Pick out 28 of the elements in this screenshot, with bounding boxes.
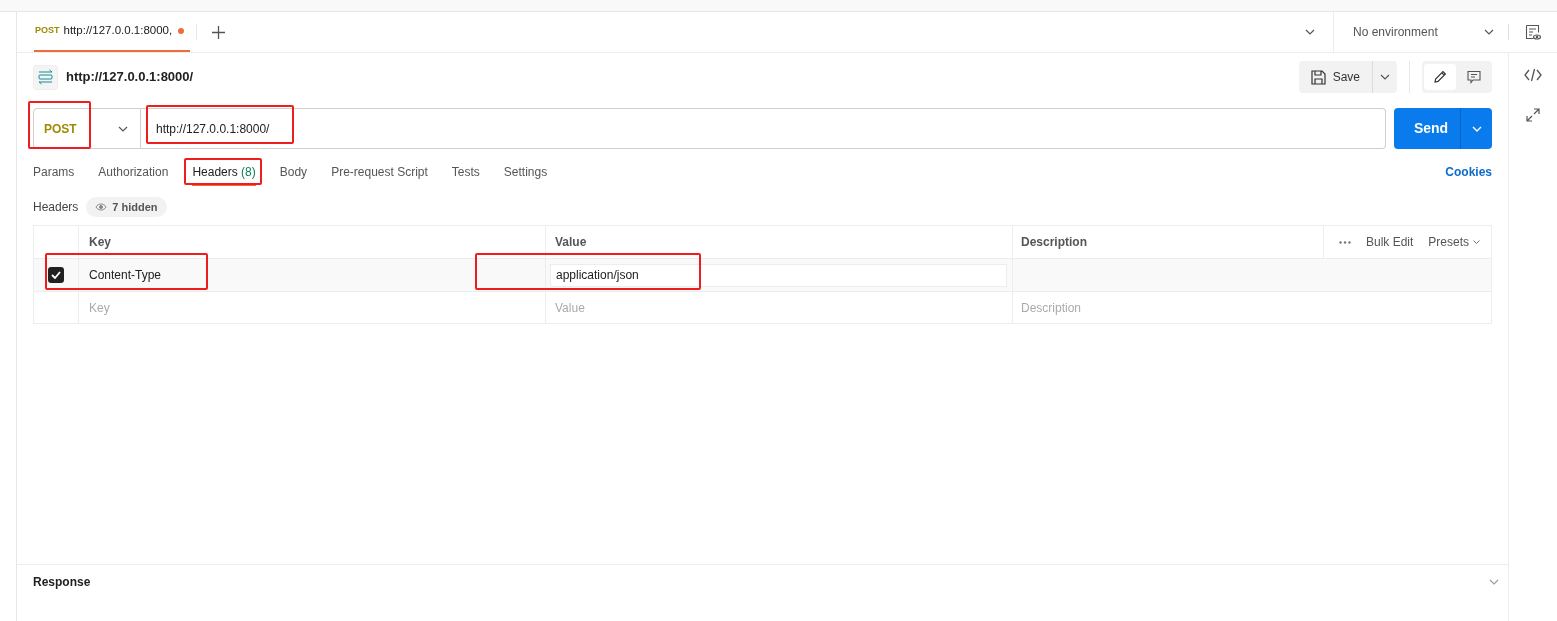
request-section-tab[interactable]: Pre-request Script <box>331 159 428 186</box>
column-header: Value <box>555 234 587 251</box>
request-section-tab[interactable]: Tests <box>451 159 480 186</box>
bulk-edit-button[interactable]: Bulk Edit <box>1365 233 1414 251</box>
method-label: POST <box>35 24 60 38</box>
request-section-tab[interactable]: Body <box>279 159 308 186</box>
column-header: Description <box>1021 234 1087 251</box>
response-title: Response <box>33 574 91 591</box>
description-input[interactable]: Description <box>1021 298 1321 317</box>
request-tab[interactable]: POST http://127.0.0.1:8000, <box>34 12 191 52</box>
value-input[interactable]: Value <box>555 298 1003 317</box>
request-section-tab[interactable]: Settings <box>503 159 548 186</box>
presets-button[interactable]: Presets <box>1428 233 1480 251</box>
url-input[interactable]: http://127.0.0.1:8000/ <box>141 108 1386 149</box>
response-pane[interactable]: Response <box>17 564 1508 621</box>
value-input[interactable]: application/json <box>550 263 1007 287</box>
key-text[interactable]: Content-Type <box>89 266 162 284</box>
environment-select[interactable]: No environment <box>1353 23 1438 41</box>
hidden-headers-badge[interactable]: 7 hidden <box>86 197 167 217</box>
key-input[interactable]: Key <box>89 298 535 317</box>
tab-title: http://127.0.0.1:8000, <box>63 23 173 39</box>
cookies-link[interactable]: Cookies <box>1445 163 1492 181</box>
column-header: Key <box>89 234 111 251</box>
request-section-tab[interactable]: Headers (8) <box>192 159 256 186</box>
request-section-tab[interactable]: Authorization <box>98 159 169 186</box>
section-title: Headers <box>33 199 79 216</box>
request-title: http://127.0.0.1:8000/ <box>66 68 194 87</box>
request-section-tab[interactable]: Params <box>33 159 75 186</box>
